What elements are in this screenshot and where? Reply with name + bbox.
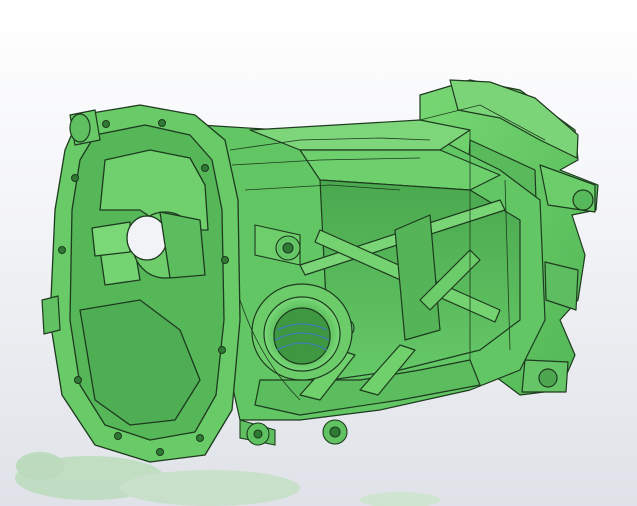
housing-3d-model[interactable] [0, 0, 637, 506]
floor-reflection [15, 452, 440, 506]
output-bore [251, 283, 353, 381]
front-flange [49, 104, 241, 463]
graphics-viewport[interactable] [0, 0, 637, 506]
